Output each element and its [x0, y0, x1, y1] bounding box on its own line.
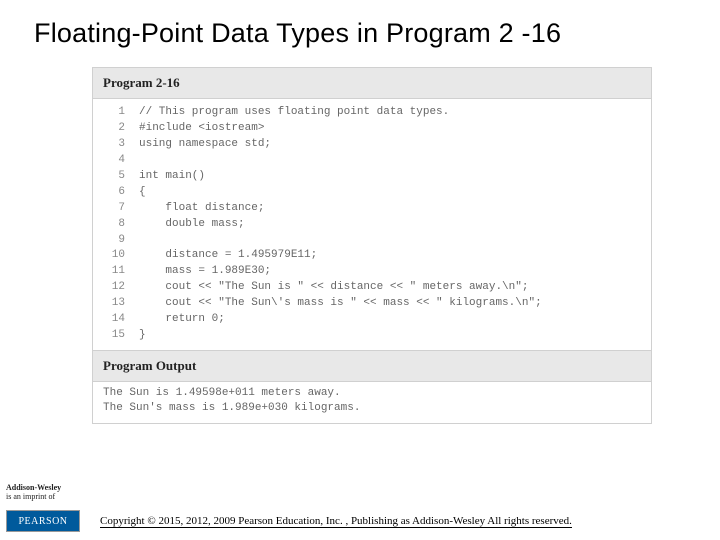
addison-wesley-name: Addison-Wesley [6, 483, 80, 493]
output-block: The Sun is 1.49598e+011 meters away. The… [93, 382, 651, 423]
code-line: 15} [103, 328, 641, 344]
line-code: mass = 1.989E30; [139, 264, 271, 280]
line-code: distance = 1.495979E11; [139, 248, 317, 264]
line-code: { [139, 185, 146, 201]
program-header-text: Program 2-16 [103, 75, 180, 90]
line-number: 11 [103, 264, 125, 280]
code-line: 6{ [103, 185, 641, 201]
publisher-block: Addison-Wesley is an imprint of PEARSON [6, 483, 80, 532]
code-line: 13 cout << "The Sun\'s mass is " << mass… [103, 296, 641, 312]
code-line: 3 using namespace std; [103, 137, 641, 153]
line-code: return 0; [139, 312, 225, 328]
output-header: Program Output [93, 350, 651, 382]
line-code: float distance; [139, 201, 264, 217]
copyright-text: Copyright © 2015, 2012, 2009 Pearson Edu… [100, 515, 572, 528]
line-number: 1 [103, 105, 125, 121]
line-code: double mass; [139, 217, 245, 233]
line-code: cout << "The Sun\'s mass is " << mass <<… [139, 296, 542, 312]
line-number: 3 [103, 137, 125, 153]
pearson-logo: PEARSON [6, 510, 80, 532]
line-number: 10 [103, 248, 125, 264]
line-number: 13 [103, 296, 125, 312]
code-line: 8 double mass; [103, 217, 641, 233]
line-number: 7 [103, 201, 125, 217]
addison-wesley-tagline: is an imprint of [6, 492, 80, 502]
line-number: 9 [103, 233, 125, 249]
code-line: 11 mass = 1.989E30; [103, 264, 641, 280]
addison-wesley-block: Addison-Wesley is an imprint of [6, 483, 80, 502]
output-line: The Sun is 1.49598e+011 meters away. [103, 386, 641, 401]
line-number: 8 [103, 217, 125, 233]
line-code: // This program uses floating point data… [139, 105, 449, 121]
line-number: 15 [103, 328, 125, 344]
line-number: 4 [103, 153, 125, 169]
code-block: 1 // This program uses floating point dat… [93, 99, 651, 350]
page-title: Floating-Point Data Types in Program 2 -… [0, 0, 720, 49]
code-line: 14 return 0; [103, 312, 641, 328]
line-number: 2 [103, 121, 125, 137]
line-number: 5 [103, 169, 125, 185]
code-line: 10 distance = 1.495979E11; [103, 248, 641, 264]
code-line: 5 int main() [103, 169, 641, 185]
line-code: int main() [139, 169, 205, 185]
code-line: 12 cout << "The Sun is " << distance << … [103, 280, 641, 296]
output-line: The Sun's mass is 1.989e+030 kilograms. [103, 401, 641, 416]
line-code: } [139, 328, 146, 344]
line-code: using namespace std; [139, 137, 271, 153]
code-line: 7 float distance; [103, 201, 641, 217]
code-line: 4 [103, 153, 641, 169]
code-line: 9 [103, 233, 641, 249]
line-number: 14 [103, 312, 125, 328]
output-header-text: Program Output [103, 358, 196, 373]
pearson-logo-text: PEARSON [18, 516, 67, 527]
line-code: cout << "The Sun is " << distance << " m… [139, 280, 528, 296]
code-line: 2 #include <iostream> [103, 121, 641, 137]
line-number: 6 [103, 185, 125, 201]
line-code: #include <iostream> [139, 121, 264, 137]
program-header: Program 2-16 [93, 68, 651, 99]
program-box: Program 2-16 1 // This program uses float… [92, 67, 652, 424]
code-line: 1 // This program uses floating point dat… [103, 105, 641, 121]
line-number: 12 [103, 280, 125, 296]
